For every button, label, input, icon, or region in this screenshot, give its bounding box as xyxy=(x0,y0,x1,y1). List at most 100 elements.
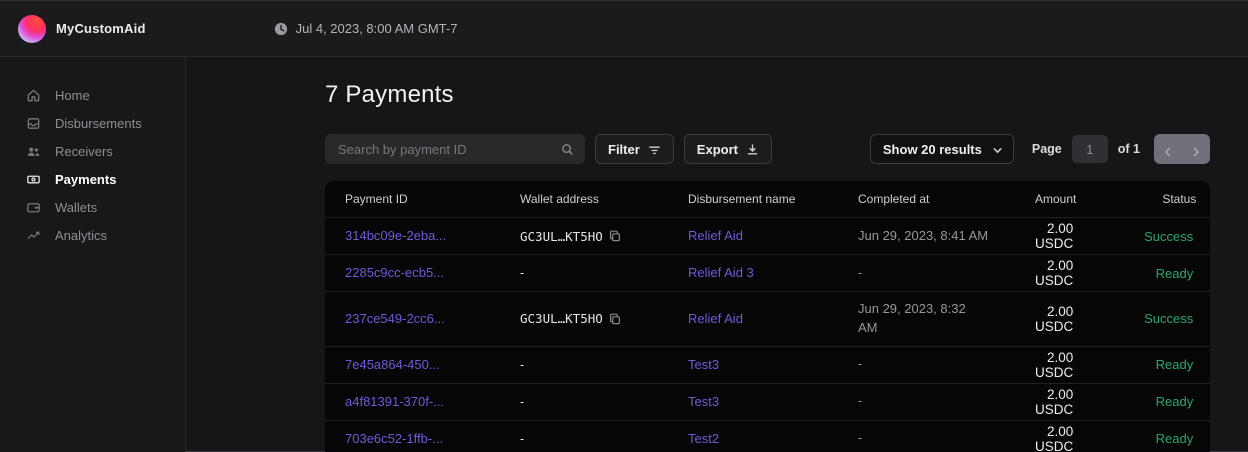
table-row: 703e6c52-1ffb-... - Test2 - 2.00 USDC Re… xyxy=(325,421,1210,452)
wallet-address: - xyxy=(520,432,524,446)
copy-icon[interactable] xyxy=(609,230,621,242)
sidebar-item-disbursements[interactable]: Disbursements xyxy=(0,109,185,137)
page-label: Page xyxy=(1032,142,1062,156)
filter-button-label: Filter xyxy=(608,142,640,157)
show-results-select[interactable]: Show 20 results xyxy=(870,134,1014,164)
wallet-address-cell: - xyxy=(520,432,688,446)
sidebar-item-label: Analytics xyxy=(55,228,107,243)
wallet-address-cell: - xyxy=(520,266,688,280)
sidebar-item-home[interactable]: Home xyxy=(0,81,185,109)
search-input[interactable] xyxy=(338,142,561,157)
payment-id-link[interactable]: a4f81391-370f-... xyxy=(345,394,444,409)
pager xyxy=(1154,134,1210,164)
export-download-icon xyxy=(746,143,759,156)
completed-at: - xyxy=(858,256,1035,291)
completed-at: - xyxy=(858,421,1035,452)
page-total-label: of 1 xyxy=(1118,142,1140,156)
sidebar-item-label: Payments xyxy=(55,172,116,187)
wallet-address-cell: - xyxy=(520,395,688,409)
timestamp-text: Jul 4, 2023, 8:00 AM GMT-7 xyxy=(296,21,458,36)
wallet-address-cell: - xyxy=(520,358,688,372)
pagination-controls: Show 20 results Page of 1 xyxy=(870,134,1210,164)
analytics-icon xyxy=(26,228,41,243)
completed-at: - xyxy=(858,384,1035,419)
filter-button[interactable]: Filter xyxy=(595,134,674,164)
column-header-disbursement-name: Disbursement name xyxy=(688,192,858,206)
brand-logo xyxy=(18,15,46,43)
column-header-completed-at: Completed at xyxy=(858,192,1035,206)
disbursement-name-link[interactable]: Test2 xyxy=(688,431,719,446)
search-icon xyxy=(561,143,574,156)
topbar: MyCustomAid Jul 4, 2023, 8:00 AM GMT-7 xyxy=(0,1,1248,57)
disbursements-icon xyxy=(26,116,41,131)
sidebar-item-label: Receivers xyxy=(55,144,113,159)
completed-at: Jun 29, 2023, 8:32 AM xyxy=(858,292,984,346)
sidebar: Home Disbursements Receivers Payments Wa… xyxy=(0,57,186,452)
table-row: 237ce549-2cc6... GC3UL…KT5HO Relief Aid … xyxy=(325,292,1210,347)
export-button-label: Export xyxy=(697,142,738,157)
payments-icon xyxy=(26,172,41,187)
column-header-status: Status xyxy=(1100,192,1196,206)
sidebar-item-wallets[interactable]: Wallets xyxy=(0,193,185,221)
amount: 2.00 USDC xyxy=(1035,387,1097,417)
payment-id-link[interactable]: 7e45a864-450... xyxy=(345,357,440,372)
status-badge: Ready xyxy=(1097,357,1193,372)
clock-icon xyxy=(274,22,288,36)
wallet-address-cell: GC3UL…KT5HO xyxy=(520,229,688,244)
table-row: a4f81391-370f-... - Test3 - 2.00 USDC Re… xyxy=(325,384,1210,421)
status-badge: Ready xyxy=(1097,266,1193,281)
disbursement-name-link[interactable]: Relief Aid 3 xyxy=(688,265,754,280)
session-timestamp: Jul 4, 2023, 8:00 AM GMT-7 xyxy=(274,21,458,36)
amount: 2.00 USDC xyxy=(1035,304,1097,334)
wallet-address: - xyxy=(520,395,524,409)
sidebar-item-label: Disbursements xyxy=(55,116,142,131)
toolbar: Filter Export Show 20 results Page xyxy=(325,134,1210,164)
wallet-address: GC3UL…KT5HO xyxy=(520,229,603,244)
column-header-amount: Amount xyxy=(1035,192,1100,206)
sidebar-item-payments[interactable]: Payments xyxy=(0,165,185,193)
show-results-label: Show 20 results xyxy=(883,142,982,157)
payment-id-link[interactable]: 703e6c52-1ffb-... xyxy=(345,431,443,446)
disbursement-name-link[interactable]: Relief Aid xyxy=(688,311,743,326)
amount: 2.00 USDC xyxy=(1035,350,1097,380)
status-badge: Success xyxy=(1097,229,1193,244)
column-header-payment-id: Payment ID xyxy=(345,192,520,206)
copy-icon[interactable] xyxy=(609,313,621,325)
disbursement-name-link[interactable]: Relief Aid xyxy=(688,228,743,243)
status-badge: Success xyxy=(1097,311,1193,326)
amount: 2.00 USDC xyxy=(1035,424,1097,452)
payment-id-link[interactable]: 314bc09e-2eba... xyxy=(345,228,446,243)
table-row: 314bc09e-2eba... GC3UL…KT5HO Relief Aid … xyxy=(325,218,1210,255)
payment-id-link[interactable]: 2285c9cc-ecb5... xyxy=(345,265,444,280)
prev-page-button[interactable] xyxy=(1163,144,1173,154)
next-page-button[interactable] xyxy=(1191,144,1201,154)
wallet-address: GC3UL…KT5HO xyxy=(520,311,603,326)
page-number-input[interactable] xyxy=(1072,135,1108,163)
payments-page: 7 Payments Filter Export xyxy=(186,57,1248,452)
amount: 2.00 USDC xyxy=(1035,258,1097,288)
status-badge: Ready xyxy=(1097,431,1193,446)
payments-table: Payment ID Wallet address Disbursement n… xyxy=(325,181,1210,452)
brand-name: MyCustomAid xyxy=(56,21,146,36)
sidebar-item-label: Wallets xyxy=(55,200,97,215)
completed-at: Jun 29, 2023, 8:41 AM xyxy=(858,219,1035,254)
home-icon xyxy=(26,88,41,103)
export-button[interactable]: Export xyxy=(684,134,772,164)
wallet-address: - xyxy=(520,266,524,280)
amount: 2.00 USDC xyxy=(1035,221,1097,251)
disbursement-name-link[interactable]: Test3 xyxy=(688,394,719,409)
search-box xyxy=(325,134,585,164)
disbursement-name-link[interactable]: Test3 xyxy=(688,357,719,372)
sidebar-item-receivers[interactable]: Receivers xyxy=(0,137,185,165)
page-title: 7 Payments xyxy=(325,81,1210,109)
completed-at: - xyxy=(858,347,1035,382)
wallet-address: - xyxy=(520,358,524,372)
payments-table-body: 314bc09e-2eba... GC3UL…KT5HO Relief Aid … xyxy=(325,218,1210,452)
wallet-address-cell: GC3UL…KT5HO xyxy=(520,311,688,326)
filter-icon xyxy=(648,143,661,156)
sidebar-item-analytics[interactable]: Analytics xyxy=(0,221,185,249)
receivers-icon xyxy=(26,144,41,159)
column-header-wallet-address: Wallet address xyxy=(520,192,688,206)
table-row: 2285c9cc-ecb5... - Relief Aid 3 - 2.00 U… xyxy=(325,255,1210,292)
payment-id-link[interactable]: 237ce549-2cc6... xyxy=(345,311,445,326)
